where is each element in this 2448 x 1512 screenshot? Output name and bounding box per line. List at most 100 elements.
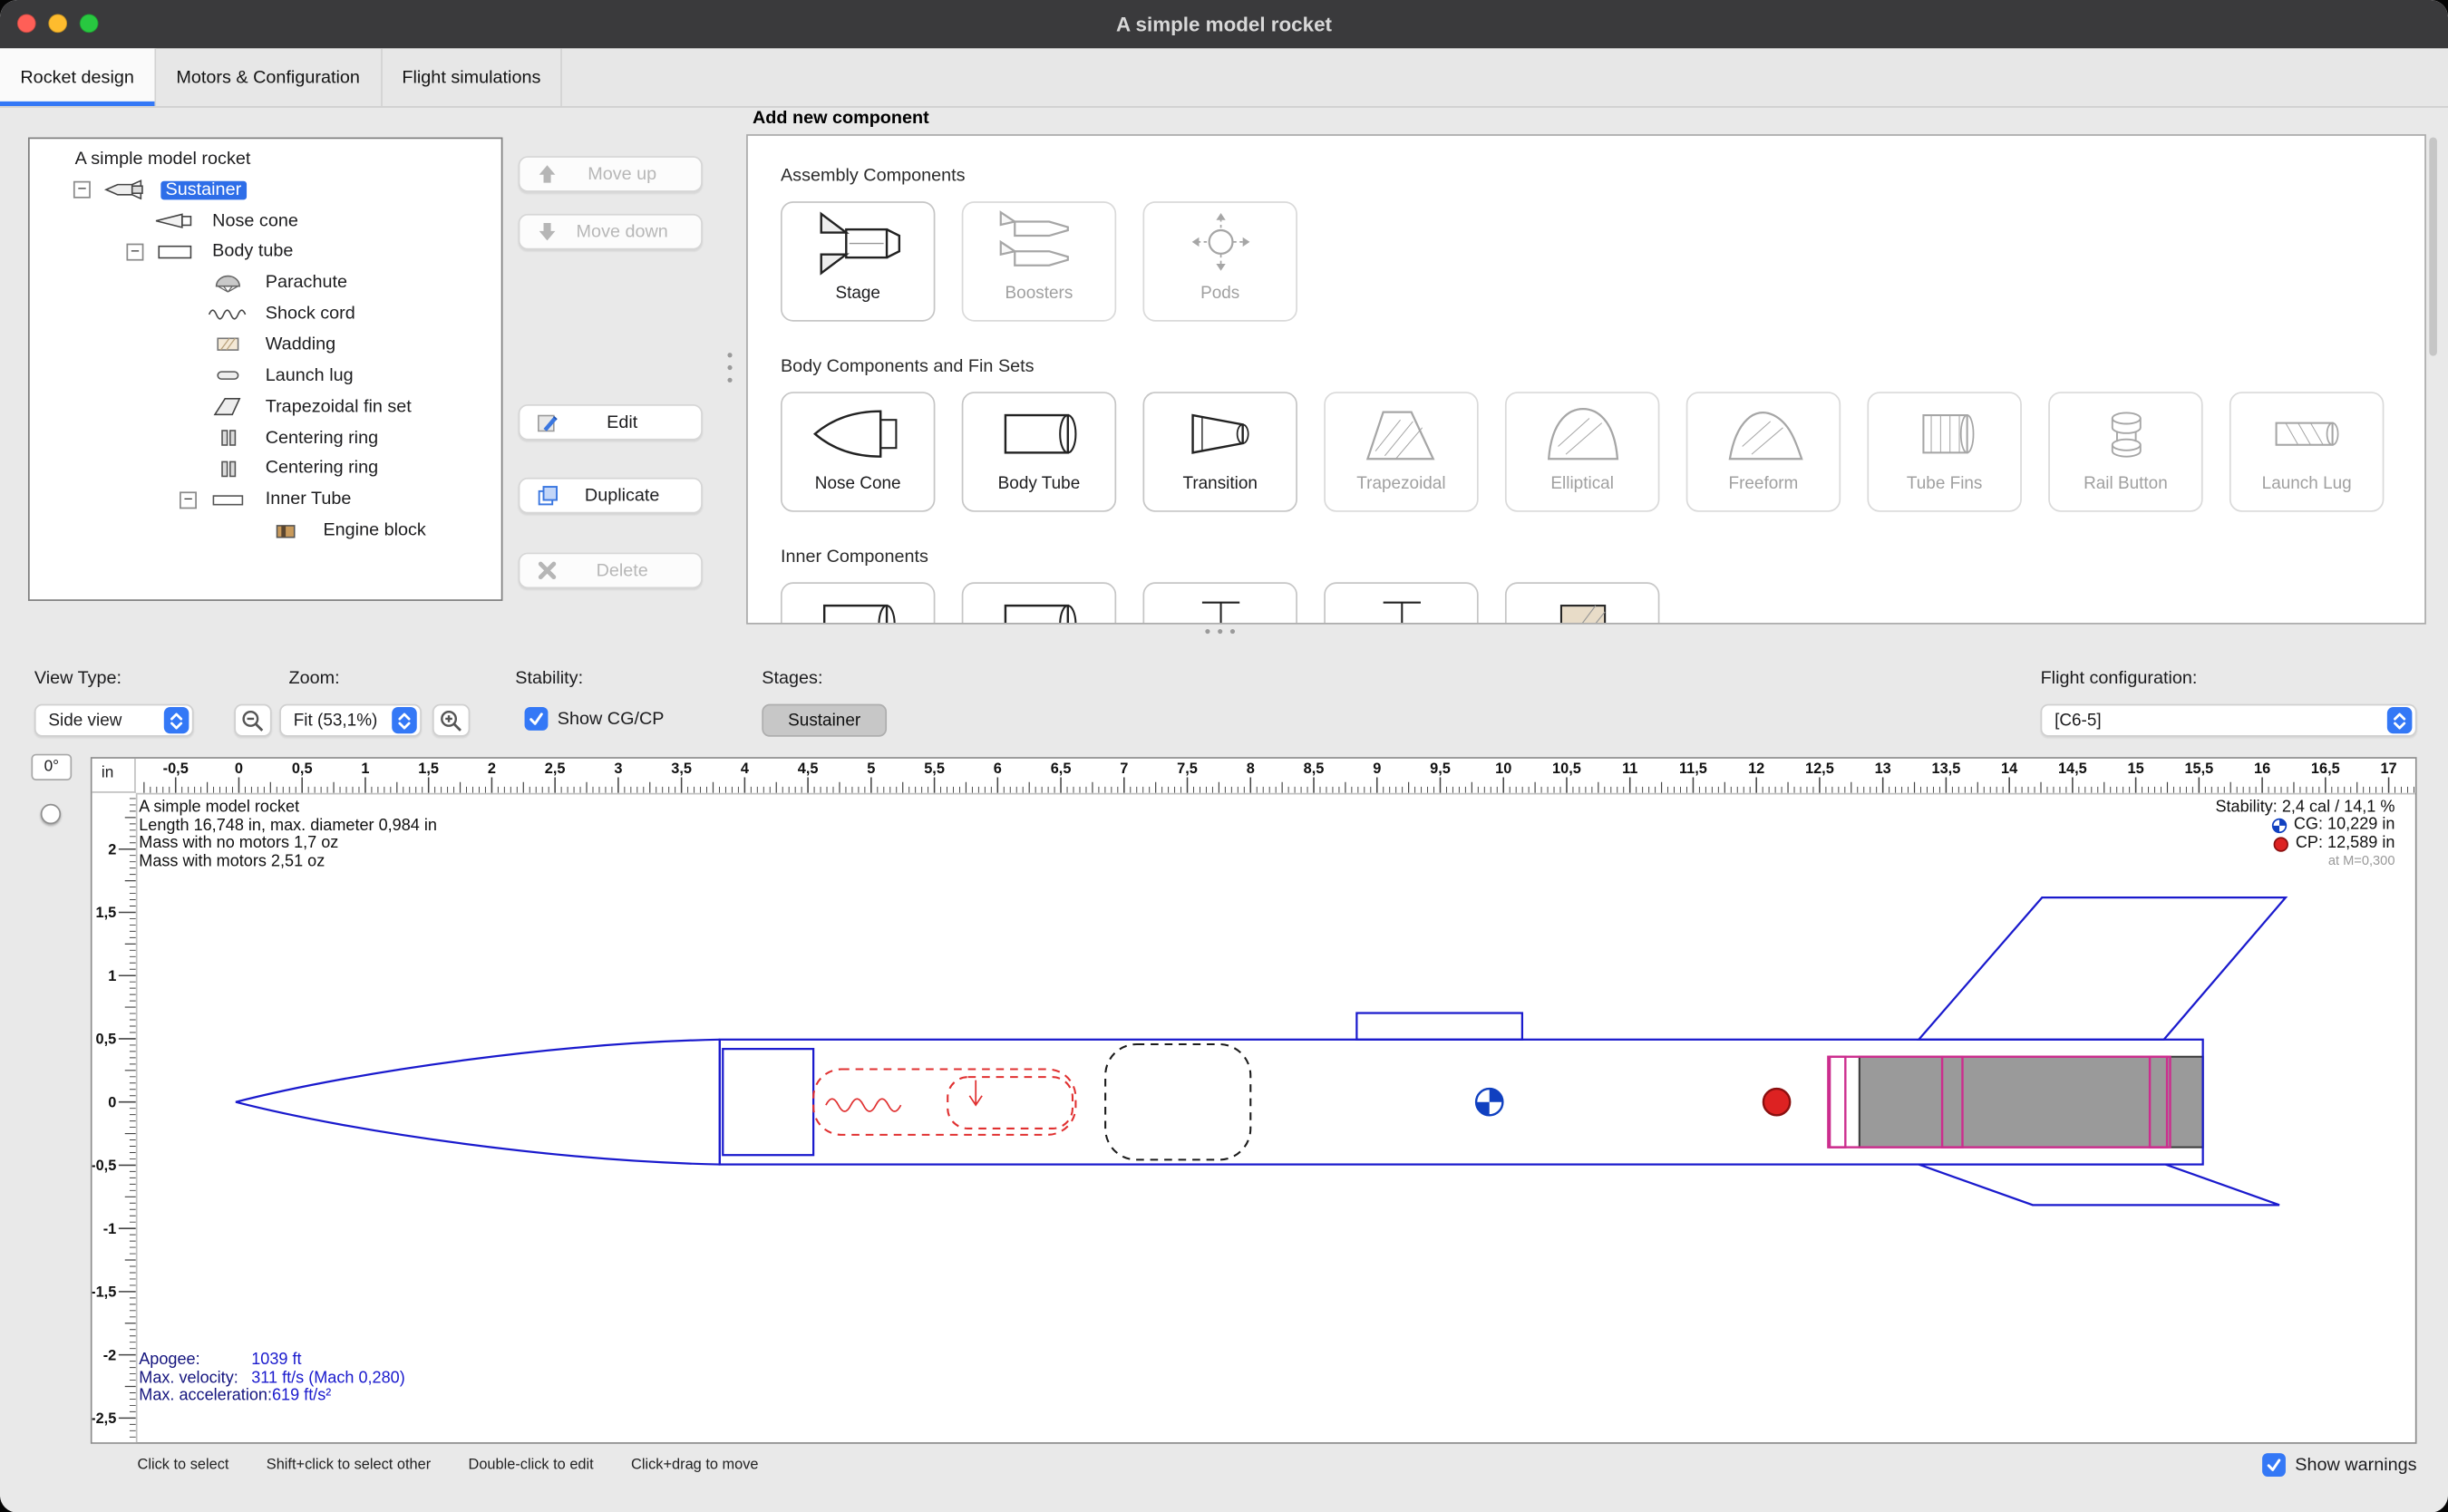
zoom-in-button[interactable] (432, 704, 470, 737)
show-cgcp-row: Show CG/CP (525, 707, 665, 731)
component-button-nose-cone[interactable]: Nose Cone (781, 392, 935, 512)
tree-item-trapezoidal-fin-set[interactable]: Trapezoidal fin set (30, 392, 501, 422)
tab-rocket-design[interactable]: Rocket design (0, 48, 156, 106)
tube-fins-icon (1895, 400, 1995, 469)
zoom-out-button[interactable] (234, 704, 271, 737)
view-type-select[interactable]: Side view (34, 704, 194, 737)
packed-parachute (947, 1077, 1073, 1129)
rotation-slider-knob[interactable] (41, 804, 61, 824)
horizontal-splitter-handle[interactable] (1205, 629, 1235, 634)
rocket-view-panel[interactable]: -0,500,511,522,533,544,555,566,577,588,5… (91, 757, 2417, 1444)
tab-flight-simulations[interactable]: Flight simulations (382, 48, 562, 106)
component-row-body-components-and-fin-sets: Nose ConeBody TubeTransitionTrapezoidalE… (781, 392, 2384, 512)
centering-ring-icon (1171, 590, 1270, 625)
bottom-fin[interactable] (1919, 1165, 2279, 1206)
duplicate-button[interactable]: Duplicate (519, 478, 703, 514)
hint-shift-click-to-select-other: Shift+click to select other (267, 1457, 431, 1474)
parachute-icon (205, 273, 252, 293)
component-button-centering-ring[interactable] (1142, 582, 1297, 624)
nose-cone-outline[interactable] (236, 1040, 720, 1165)
tree-item-nose-cone[interactable]: Nose cone (30, 206, 501, 237)
checkmark-icon (2266, 1457, 2283, 1474)
popup-chevrons-icon (392, 707, 417, 733)
bulkhead-icon (1351, 590, 1451, 625)
zoom-window-button[interactable] (80, 14, 99, 33)
engine-block-icon (1532, 590, 1632, 625)
coupler-icon (989, 590, 1089, 625)
tree-root-label: A simple model rocket (70, 150, 255, 169)
transition-icon (1171, 400, 1270, 469)
tree-item-shock-cord[interactable]: Shock cord (30, 298, 501, 329)
zoom-label: Zoom: (289, 670, 340, 689)
component-button-body-tube[interactable]: Body Tube (962, 392, 1116, 512)
stability-label: Stability: (515, 670, 583, 689)
body-tube-icon (989, 400, 1089, 469)
parachute-arrow (969, 1081, 982, 1106)
tree-item-parachute[interactable]: Parachute (30, 267, 501, 298)
component-button-stage[interactable]: Stage (781, 201, 935, 322)
tree-expander[interactable]: − (126, 244, 143, 261)
component-row-assembly-components: StageBoostersPods (781, 201, 1297, 322)
top-fin[interactable] (1919, 897, 2286, 1040)
shock-cord-squiggle[interactable] (826, 1099, 901, 1111)
tab-motors-configuration[interactable]: Motors & Configuration (156, 48, 382, 106)
show-warnings-label: Show warnings (2295, 1456, 2416, 1475)
delete-icon (536, 558, 559, 582)
component-button-engine-block[interactable] (1505, 582, 1659, 624)
flight-configuration-select[interactable]: [C6-5] (2041, 704, 2417, 737)
tree-item-label: Engine block (318, 521, 431, 540)
launch-lug-icon (205, 365, 252, 385)
tree-item-label: Centering ring (261, 460, 384, 479)
component-button-freeform: Freeform (1686, 392, 1841, 512)
tree-item-root[interactable]: A simple model rocket (30, 143, 501, 174)
motor[interactable] (1860, 1057, 2203, 1148)
cg-marker (1476, 1089, 1502, 1115)
scrollbar-thumb[interactable] (2429, 138, 2437, 356)
zoom-select[interactable]: Fit (53,1%) (279, 704, 422, 737)
centering-ring-fore[interactable] (1830, 1057, 1845, 1148)
show-cgcp-checkbox[interactable] (525, 707, 549, 731)
cp-text: CP: 12,589 in (2296, 835, 2395, 853)
component-button-bulkhead[interactable] (1324, 582, 1478, 624)
pods-icon (1171, 209, 1270, 278)
tree-item-sustainer[interactable]: −Sustainer (30, 175, 501, 206)
section-header-inner-components: Inner Components (781, 548, 928, 567)
cg-text: CG: 10,229 in (2294, 817, 2395, 835)
launch-lug-outline[interactable] (1356, 1013, 1522, 1040)
component-button-coupler[interactable] (962, 582, 1116, 624)
rotation-indicator: 0° (31, 754, 72, 780)
component-button-transition[interactable]: Transition (1142, 392, 1297, 512)
tree-item-inner-tube[interactable]: −Inner Tube (30, 484, 501, 515)
rocket-icon (98, 179, 151, 199)
checkmark-icon (528, 710, 545, 727)
show-warnings-checkbox[interactable] (2262, 1453, 2286, 1477)
minimize-window-button[interactable] (48, 14, 67, 33)
magnifier-plus-icon (439, 708, 464, 733)
arrow-up-icon (536, 162, 559, 186)
component-button-rail-button: Rail Button (2048, 392, 2202, 512)
tree-item-body-tube[interactable]: −Body tube (30, 237, 501, 267)
hint-click-to-select: Click to select (138, 1457, 229, 1474)
tree-item-engine-block[interactable]: Engine block (30, 515, 501, 546)
tree-expander[interactable]: − (180, 491, 197, 509)
tree-item-label: Parachute (261, 274, 353, 293)
component-tree[interactable]: A simple model rocket −SustainerNose con… (28, 138, 502, 601)
tree-expander[interactable]: − (73, 181, 91, 199)
delete-button: Delete (519, 553, 703, 589)
move-down-button: Move down (519, 214, 703, 250)
component-button-inner-tube[interactable] (781, 582, 935, 624)
trapezoidal-icon (1351, 400, 1451, 469)
close-window-button[interactable] (17, 14, 36, 33)
add-component-panel: Assembly ComponentsStageBoostersPodsBody… (746, 134, 2426, 625)
stability-block: Stability: 2,4 cal / 14,1 % CG: 10,229 i… (2215, 800, 2395, 871)
wadding-outline[interactable] (1105, 1044, 1250, 1159)
edit-button[interactable]: Edit (519, 404, 703, 441)
tree-item-centering-ring[interactable]: Centering ring (30, 453, 501, 484)
rocket-side-view-drawing[interactable] (92, 759, 2417, 1444)
tree-item-wadding[interactable]: Wadding (30, 329, 501, 360)
flight-stats: Apogee:1039 ft Max. velocity:311 ft/s (M… (139, 1352, 404, 1406)
tree-item-centering-ring[interactable]: Centering ring (30, 422, 501, 453)
tree-item-launch-lug[interactable]: Launch lug (30, 361, 501, 392)
vertical-splitter-handle[interactable] (727, 353, 732, 383)
stage-toggle-sustainer[interactable]: Sustainer (762, 704, 887, 737)
